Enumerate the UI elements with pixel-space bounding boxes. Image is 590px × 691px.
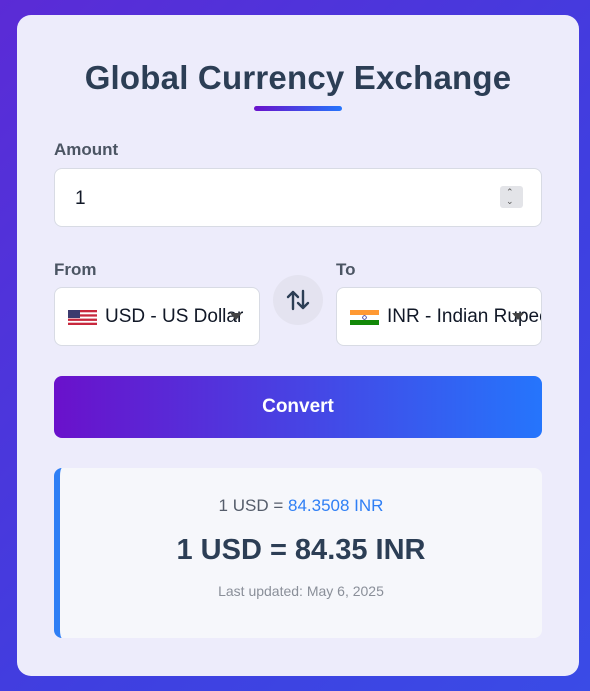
india-flag-icon	[350, 310, 379, 325]
converter-card: Global Currency Exchange Amount 1 ⌃ ⌄ Fr…	[17, 15, 579, 676]
convert-button[interactable]: Convert	[54, 376, 542, 438]
rate-prefix: 1 USD =	[218, 496, 284, 515]
to-currency-select[interactable]: INR - Indian Rupee	[336, 287, 542, 346]
converted-result: 1 USD = 84.35 INR	[176, 534, 426, 566]
amount-value[interactable]: 1	[75, 188, 86, 210]
rate-value: 84.3508 INR	[288, 496, 384, 515]
result-panel: 1 USD = 84.3508 INR 1 USD = 84.35 INR La…	[54, 468, 542, 638]
from-currency-select[interactable]: USD - US Dollar	[54, 287, 260, 346]
dropdown-caret-icon[interactable]	[512, 313, 524, 320]
dropdown-caret-icon[interactable]	[230, 313, 242, 320]
from-label: From	[54, 260, 97, 279]
amount-stepper[interactable]: ⌃ ⌄	[500, 186, 523, 208]
exchange-rate-line: 1 USD = 84.3508 INR	[60, 496, 542, 516]
amount-input[interactable]: 1 ⌃ ⌄	[54, 168, 542, 227]
amount-label: Amount	[54, 140, 119, 159]
us-flag-icon	[68, 310, 97, 325]
last-updated-text: Last updated: May 6, 2025	[218, 583, 384, 599]
title-underline	[254, 106, 342, 111]
page-title: Global Currency Exchange	[84, 59, 512, 96]
chevron-down-icon[interactable]: ⌄	[506, 197, 514, 206]
swap-vertical-arrows-icon[interactable]	[285, 288, 311, 312]
from-currency-value[interactable]: USD - US Dollar	[105, 306, 243, 328]
swap-button[interactable]	[273, 275, 323, 325]
to-label: To	[336, 260, 356, 279]
